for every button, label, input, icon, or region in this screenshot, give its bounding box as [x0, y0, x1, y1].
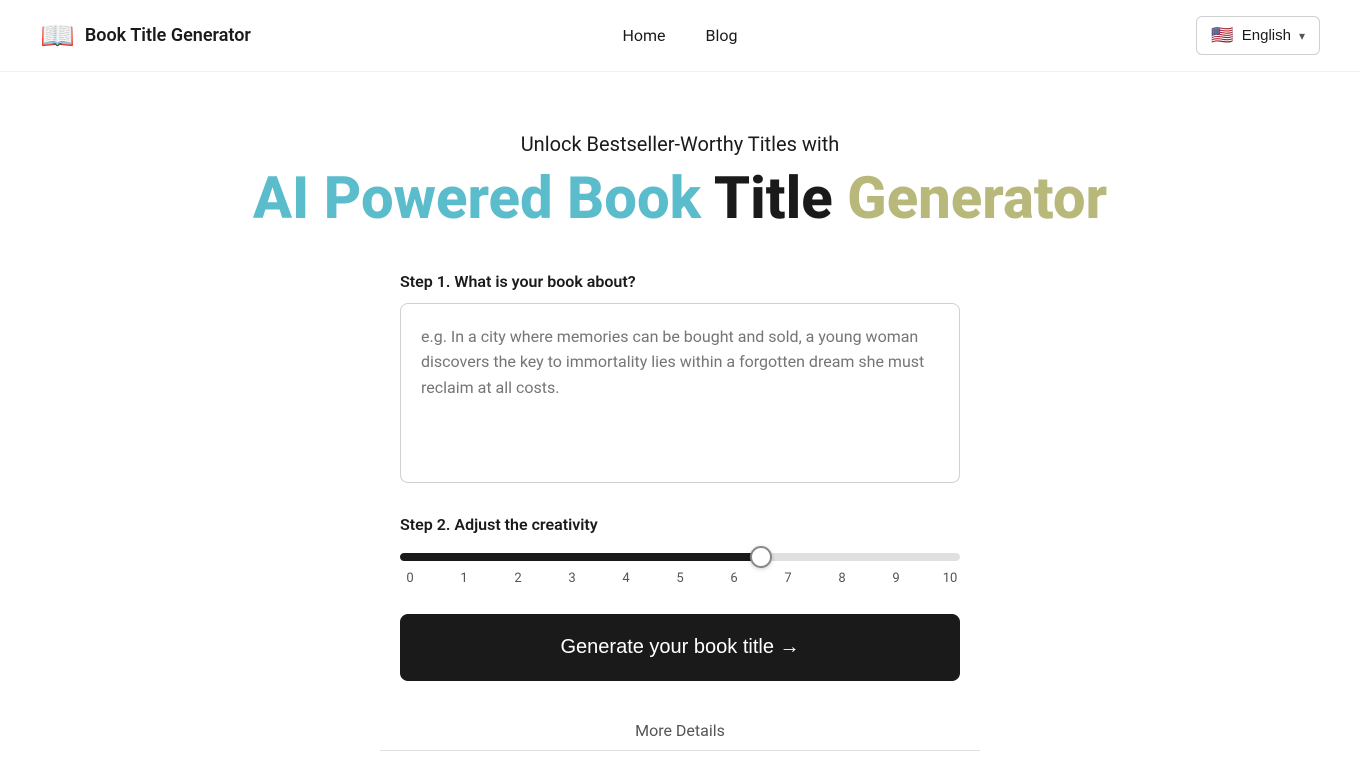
- hero-section: Unlock Bestseller-Worthy Titles with AI …: [0, 72, 1360, 272]
- hero-subtitle: Unlock Bestseller-Worthy Titles with: [20, 132, 1340, 156]
- creativity-slider[interactable]: [400, 553, 960, 561]
- main-content: Step 1. What is your book about? Step 2.…: [380, 272, 980, 681]
- step1-section: Step 1. What is your book about?: [400, 272, 960, 487]
- brand-name: Book Title Generator: [85, 25, 251, 46]
- language-selector[interactable]: 🇺🇸 English ▾: [1196, 16, 1320, 55]
- hero-title-generator: Generator: [847, 165, 1107, 233]
- step1-label: Step 1. What is your book about?: [400, 272, 960, 291]
- brand-icon: 📖: [40, 19, 75, 52]
- hero-title-ai: AI: [253, 165, 309, 233]
- hero-title-title: Title: [714, 165, 847, 233]
- nav-home[interactable]: Home: [622, 26, 665, 45]
- slider-label-2: 2: [508, 571, 528, 586]
- slider-label-7: 7: [778, 571, 798, 586]
- brand-link[interactable]: 📖 Book Title Generator: [40, 19, 251, 52]
- navbar-nav: Home Blog: [622, 26, 737, 45]
- nav-blog[interactable]: Blog: [706, 26, 738, 45]
- book-description-input[interactable]: [400, 303, 960, 483]
- slider-label-8: 8: [832, 571, 852, 586]
- hero-title-book: Book: [567, 165, 714, 233]
- step2-label: Step 2. Adjust the creativity: [400, 515, 960, 534]
- slider-label-3: 3: [562, 571, 582, 586]
- more-details-label: More Details: [20, 721, 1340, 740]
- step2-section: Step 2. Adjust the creativity 0 1 2 3 4 …: [400, 515, 960, 586]
- flag-icon: 🇺🇸: [1211, 25, 1233, 46]
- generate-button[interactable]: Generate your book title →: [400, 614, 960, 681]
- slider-label-10: 10: [940, 571, 960, 586]
- slider-label-1: 1: [454, 571, 474, 586]
- hero-title-powered: Powered: [309, 165, 567, 233]
- more-details-divider: [380, 750, 980, 751]
- slider-label-5: 5: [670, 571, 690, 586]
- more-details-section: More Details: [0, 681, 1360, 771]
- lang-label: English: [1242, 27, 1291, 44]
- chevron-down-icon: ▾: [1299, 29, 1305, 43]
- creativity-slider-container: 0 1 2 3 4 5 6 7 8 9 10: [400, 546, 960, 586]
- navbar: 📖 Book Title Generator Home Blog 🇺🇸 Engl…: [0, 0, 1360, 72]
- slider-label-6: 6: [724, 571, 744, 586]
- slider-label-0: 0: [400, 571, 420, 586]
- hero-title: AI Powered Book Title Generator: [20, 168, 1340, 232]
- slider-label-9: 9: [886, 571, 906, 586]
- slider-label-4: 4: [616, 571, 636, 586]
- slider-labels: 0 1 2 3 4 5 6 7 8 9 10: [400, 571, 960, 586]
